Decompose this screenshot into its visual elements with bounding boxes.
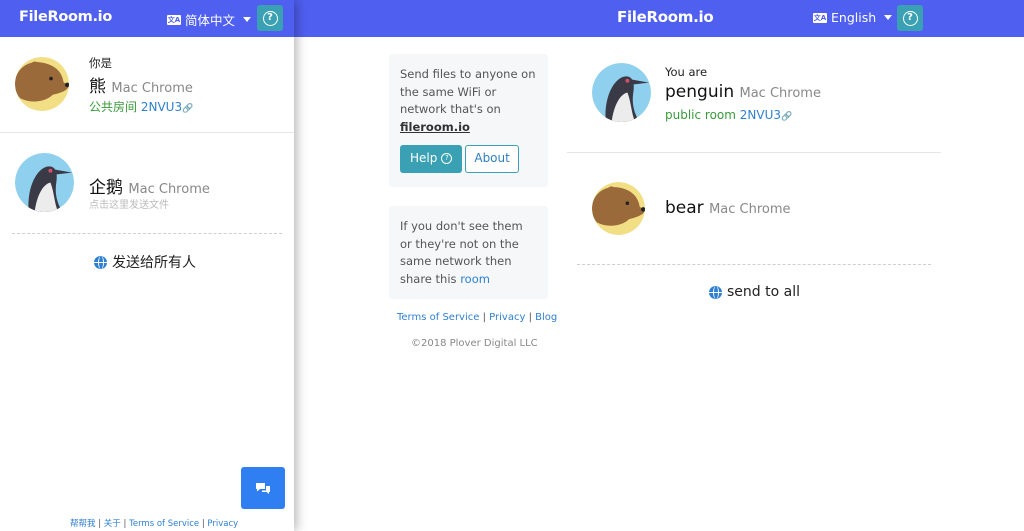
link-icon: 🔗 [781,112,793,122]
mobile-peer-device: Mac Chrome [128,182,210,197]
chat-button[interactable] [241,467,285,509]
desktop-footer-links: Terms of Service | Privacy | Blog [397,312,558,323]
chat-icon [256,482,270,494]
send-to-all-button[interactable]: send to all [709,284,800,300]
privacy-link[interactable]: Privacy [489,312,525,323]
mobile-help-button[interactable]: ? [257,5,283,31]
caret-down-icon [243,17,252,22]
mobile-peer-penguin[interactable]: 企鹅 Mac Chrome [89,173,210,198]
mobile-public-room-line: 公共房间 2NVU3🔗 [89,100,194,114]
globe-icon [94,255,107,269]
terms-link[interactable]: Terms of Service [397,312,479,323]
mobile-self-name: 熊 Mac Chrome [89,77,193,97]
mobile-terms-link[interactable]: Terms of Service [129,519,199,529]
mobile-window: FileRoom.io 文A 简体中文 ? 你是 熊 Mac Chrome 公共… [0,0,294,531]
language-icon: 文A [167,14,181,25]
you-are-label: You are [665,65,708,79]
desktop-language-label: English [831,10,877,25]
info-card: Send files to anyone on the same WiFi or… [389,54,548,187]
help-icon: ? [441,153,453,165]
share-card: If you don't see them or they're not on … [389,206,548,299]
desktop-logo[interactable]: FileRoom.io [617,8,714,26]
bear-avatar[interactable] [592,182,645,235]
desktop-help-button[interactable]: ? [897,5,923,31]
public-room-line: public room 2NVU3🔗 [665,108,793,122]
mobile-send-to-all-button[interactable]: 发送给所有人 [94,252,196,272]
divider [567,152,941,153]
globe-icon [709,285,722,299]
mobile-divider [0,132,294,133]
peer-bear[interactable]: bear Mac Chrome [665,198,791,218]
mobile-help-link[interactable]: 帮帮我 [70,519,96,529]
link-icon: 🔗 [182,104,194,114]
mobile-footer-links: 帮帮我 | 关于 | Terms of Service | Privacy [70,519,239,529]
mobile-self-device: Mac Chrome [111,81,193,96]
peer-device: Mac Chrome [709,202,791,217]
help-icon: ? [262,10,278,26]
help-icon: ? [902,10,918,26]
mobile-you-are-label: 你是 [89,56,112,70]
mobile-peer-hint: 点击这里发送文件 [89,200,169,211]
mobile-logo[interactable]: FileRoom.io [19,9,112,25]
room-link[interactable]: room [460,272,490,286]
caret-down-icon [884,15,893,20]
blog-link[interactable]: Blog [535,312,557,323]
dashed-divider [577,264,931,265]
about-button[interactable]: About [465,145,519,173]
info-card-text: Send files to anyone on the same WiFi or… [400,67,536,134]
penguin-avatar[interactable] [15,153,74,212]
mobile-dashed-divider [12,233,282,234]
mobile-room-code-link[interactable]: 2NVU3 [141,100,182,114]
mobile-language-label: 简体中文 [185,13,236,28]
mobile-header: FileRoom.io 文A 简体中文 ? [0,0,294,37]
self-name: penguin Mac Chrome [665,82,821,102]
help-button[interactable]: Help ? [400,145,463,173]
self-device: Mac Chrome [739,86,821,101]
desktop-language-selector[interactable]: 文A English [813,10,893,25]
language-icon: 文A [813,12,827,23]
mobile-about-link[interactable]: 关于 [104,519,121,529]
copyright: ©2018 Plover Digital LLC [411,338,538,349]
site-link[interactable]: fileroom.io [400,120,470,134]
bear-avatar [15,57,69,111]
room-code-link[interactable]: 2NVU3 [740,108,781,122]
penguin-avatar [592,63,651,122]
mobile-privacy-link[interactable]: Privacy [207,519,238,529]
mobile-language-selector[interactable]: 文A 简体中文 [167,10,252,29]
